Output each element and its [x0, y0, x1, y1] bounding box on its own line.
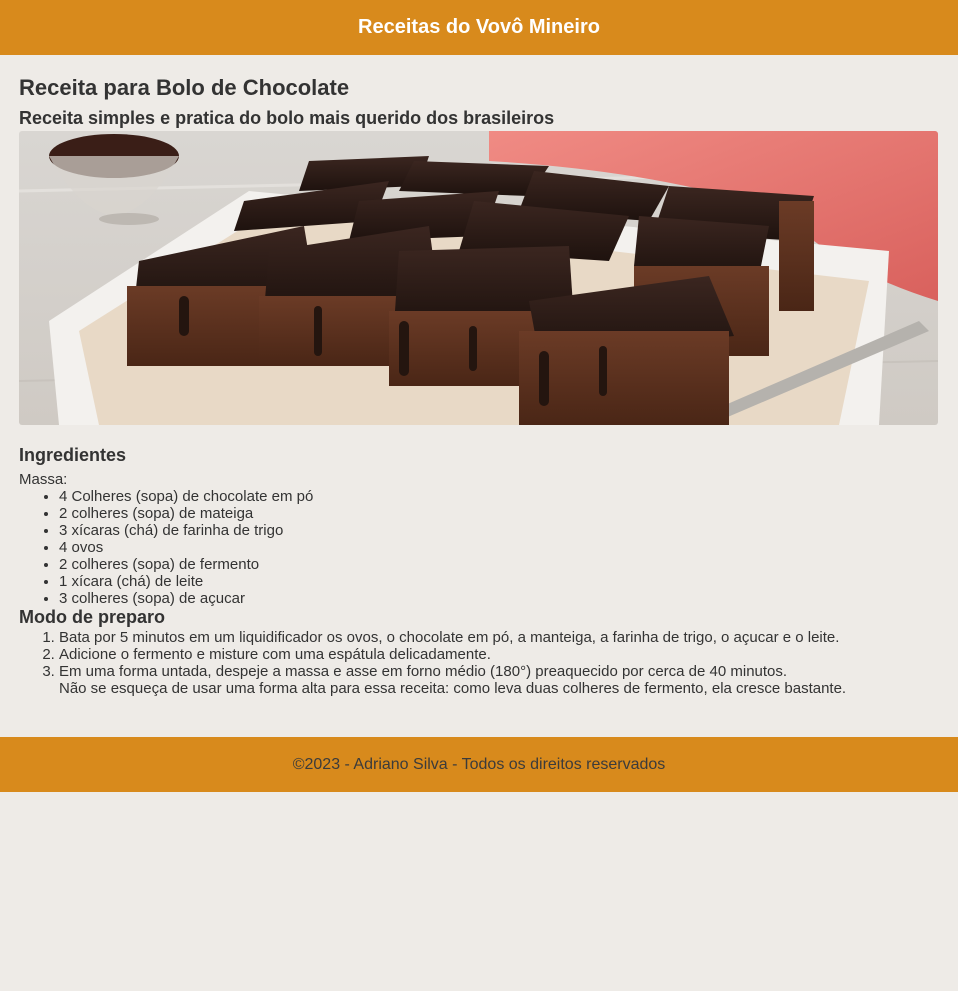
list-item: Bata por 5 minutos em um liquidificador … [59, 629, 938, 646]
list-item: 2 colheres (sopa) de mateiga [59, 505, 938, 522]
recipe-subtitle: Receita simples e pratica do bolo mais q… [19, 108, 555, 128]
ingredients-list: 4 Colheres (sopa) de chocolate em pó 2 c… [19, 488, 938, 607]
site-footer: ©2023 - Adriano Silva - Todos os direito… [0, 737, 958, 792]
site-title: Receitas do Vovô Mineiro [358, 16, 600, 38]
recipe-content: Receita para Bolo de Chocolate Receita s… [0, 75, 958, 697]
recipe-title: Receita para Bolo de Chocolate [19, 75, 350, 100]
list-item: Em uma forma untada, despeje a massa e a… [59, 663, 938, 697]
list-item: 4 Colheres (sopa) de chocolate em pó [59, 488, 938, 505]
step-text: Em uma forma untada, despeje a massa e a… [59, 663, 788, 680]
list-item: 3 xícaras (chá) de farinha de trigo [59, 522, 938, 539]
list-item: 1 xícara (chá) de leite [59, 573, 938, 590]
step-note: Não se esqueça de usar uma forma alta pa… [59, 680, 847, 697]
list-item: Adicione o fermento e misture com uma es… [59, 646, 938, 663]
chocolate-cake-image [19, 131, 938, 425]
ingredients-heading: Ingredientes [19, 445, 127, 465]
list-item: 4 ovos [59, 539, 938, 556]
preparation-heading: Modo de preparo [19, 607, 166, 627]
ingredients-group-label: Massa: [19, 471, 68, 488]
list-item: 2 colheres (sopa) de fermento [59, 556, 938, 573]
footer-text: ©2023 - Adriano Silva - Todos os direito… [292, 755, 666, 773]
preparation-steps: Bata por 5 minutos em um liquidificador … [19, 629, 938, 697]
list-item: 3 colheres (sopa) de açucar [59, 590, 938, 607]
site-header: Receitas do Vovô Mineiro [0, 0, 958, 55]
